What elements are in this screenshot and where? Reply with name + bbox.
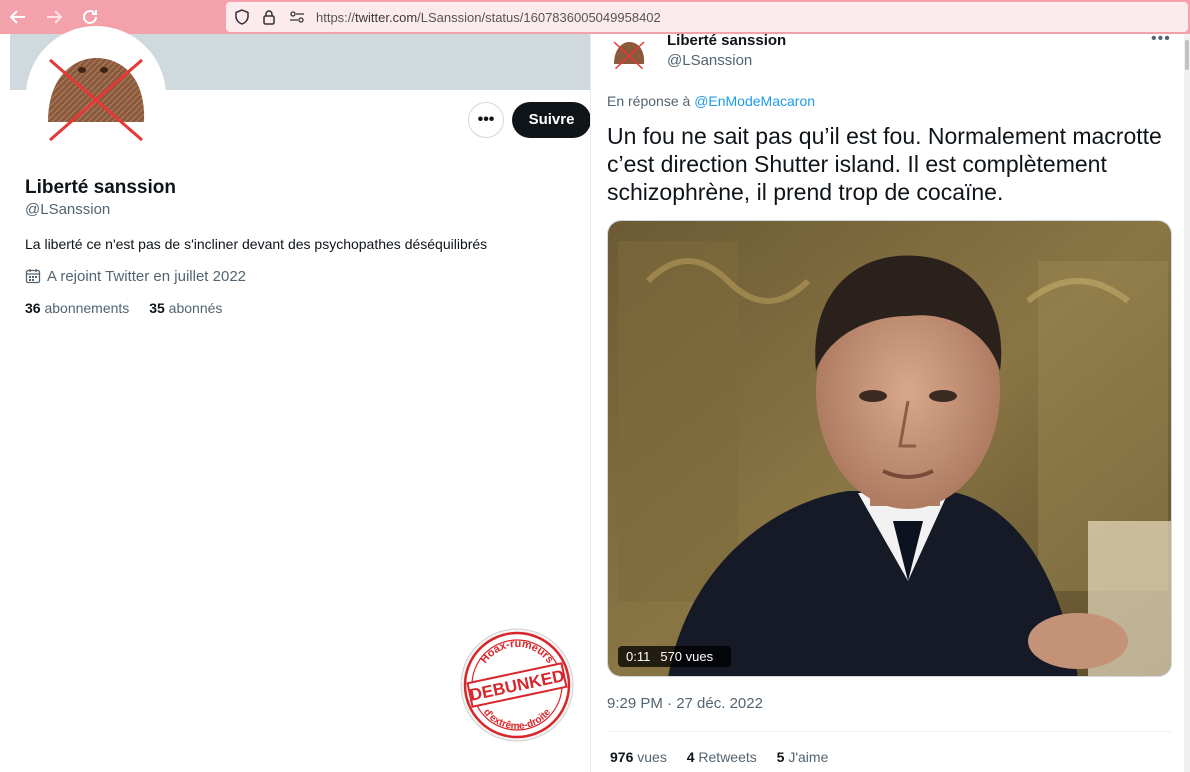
followers-link[interactable]: 35 abonnés [149, 300, 222, 316]
profile-name: Liberté sanssion [25, 177, 176, 198]
video-views: 570 vues [660, 649, 714, 664]
browser-toolbar: https://twitter.com/LSanssion/status/160… [0, 0, 1190, 34]
profile-more-button[interactable]: ••• [468, 102, 504, 138]
video-duration: 0:11 [626, 649, 651, 664]
url-path: /LSanssion/status/1607836005049958402 [417, 10, 661, 25]
following-link[interactable]: 36 abonnements [25, 300, 129, 316]
tweet-text: Un fou ne sait pas qu’il est fou. Normal… [607, 123, 1162, 205]
following-count: 36 [25, 300, 41, 316]
tweet-panel: Liberté sanssion @LSanssion ••• En répon… [590, 30, 1190, 772]
follow-button[interactable]: Suivre [512, 102, 591, 138]
reload-icon[interactable] [80, 7, 100, 27]
followers-label: abonnés [168, 300, 223, 316]
url-text[interactable]: https://twitter.com/LSanssion/status/160… [316, 10, 661, 25]
joined-text: A rejoint Twitter en juillet 2022 [47, 268, 247, 285]
following-label: abonnements [44, 300, 130, 316]
tweet-stats: 976 vues 4 Retweets 5 J'aime [610, 749, 844, 765]
tweet-author-handle[interactable]: @LSanssion [667, 52, 752, 69]
lock-icon[interactable] [261, 9, 277, 25]
retweets-label: Retweets [698, 749, 757, 765]
url-host: twitter.com [355, 10, 418, 25]
tweet-author-avatar[interactable] [609, 34, 649, 74]
permissions-icon[interactable] [289, 9, 305, 25]
coconut-avatar-icon [30, 30, 162, 162]
profile-bio: La liberté ce n'est pas de s'incliner de… [25, 236, 488, 252]
views-label: vues [637, 749, 667, 765]
tweet-author-name[interactable]: Liberté sanssion [667, 32, 786, 49]
url-prefix: https:// [316, 10, 356, 25]
address-bar[interactable]: https://twitter.com/LSanssion/status/160… [226, 2, 1188, 32]
reply-prefix: En réponse à [607, 93, 691, 109]
scrollbar-thumb[interactable] [1185, 40, 1189, 70]
reply-mention-link[interactable]: @EnModeMacaron [694, 93, 815, 109]
reply-context: En réponse à @EnModeMacaron [607, 93, 815, 109]
retweets-stat[interactable]: 4 Retweets [687, 749, 757, 765]
likes-label: J'aime [788, 749, 829, 765]
coconut-avatar-icon [609, 34, 649, 74]
profile-stats: 36 abonnements 35 abonnés [25, 300, 238, 316]
views-stat[interactable]: 976 vues [610, 749, 667, 765]
profile-avatar[interactable] [26, 26, 166, 166]
tweet-video[interactable]: 0:11 570 vues [607, 220, 1172, 677]
shield-icon[interactable] [234, 9, 250, 25]
likes-count: 5 [776, 749, 785, 765]
tweet-more-button[interactable]: ••• [1151, 30, 1171, 48]
debunked-stamp-icon: Hoax-rumeurs DEBUNKED d'extrême-droite [460, 628, 574, 742]
debunked-stamp: Hoax-rumeurs DEBUNKED d'extrême-droite [457, 625, 577, 745]
profile-handle: @LSanssion [25, 201, 111, 218]
tweet-timestamp[interactable]: 9:29 PM · 27 déc. 2022 [607, 695, 763, 712]
profile-joined: A rejoint Twitter en juillet 2022 [25, 268, 246, 285]
divider [607, 731, 1172, 732]
likes-stat[interactable]: 5 J'aime [777, 749, 829, 765]
calendar-icon [25, 269, 41, 284]
video-badge: 0:11 570 vues [618, 646, 732, 667]
forward-arrow-icon[interactable] [44, 7, 64, 27]
views-count: 976 [610, 749, 634, 765]
page-scrollbar[interactable] [1184, 34, 1190, 772]
video-thumbnail [608, 221, 1171, 676]
back-arrow-icon[interactable] [8, 7, 28, 27]
retweets-count: 4 [686, 749, 695, 765]
followers-count: 35 [149, 300, 165, 316]
